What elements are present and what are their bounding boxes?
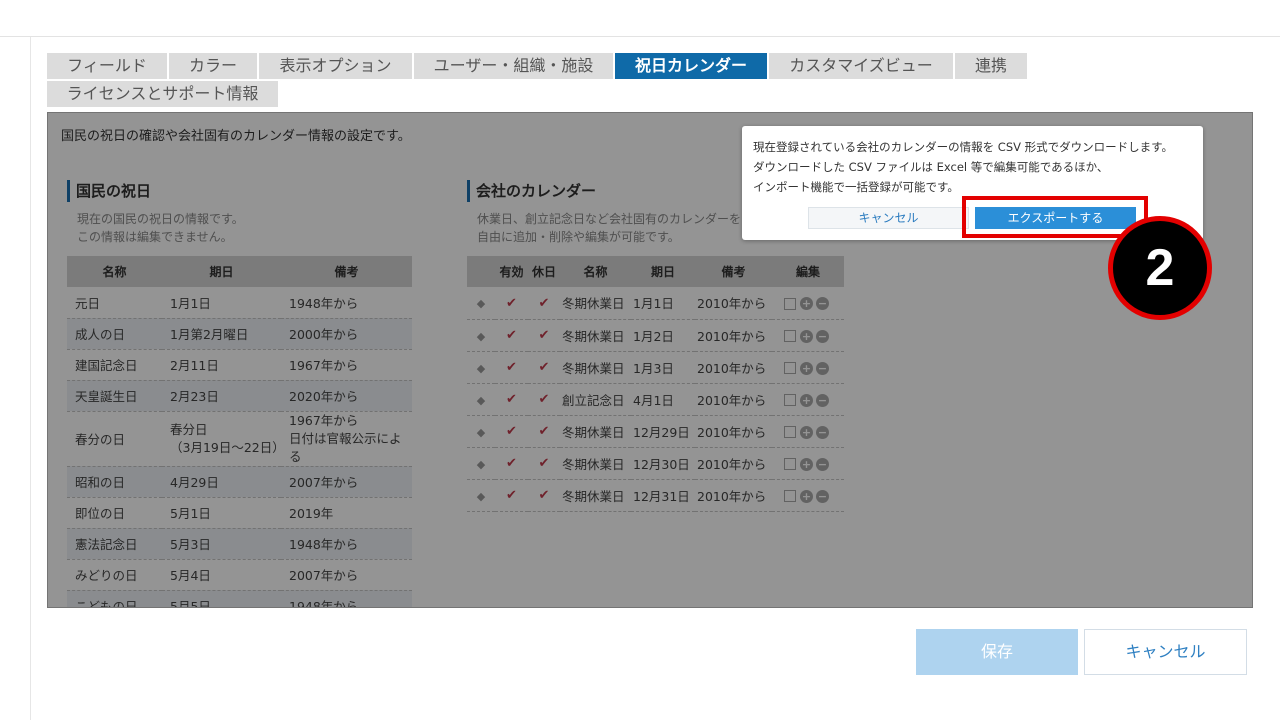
tab-display-options[interactable]: 表示オプション bbox=[259, 53, 412, 79]
dialog-cancel-button[interactable]: キャンセル bbox=[808, 207, 969, 229]
tab-integration[interactable]: 連携 bbox=[955, 53, 1027, 79]
tab-custom-view[interactable]: カスタマイズビュー bbox=[769, 53, 953, 79]
dialog-message: 現在登録されている会社のカレンダーの情報を CSV 形式でダウンロードします。 … bbox=[753, 140, 1174, 194]
tab-color[interactable]: カラー bbox=[169, 53, 257, 79]
tab-field[interactable]: フィールド bbox=[47, 53, 167, 79]
cancel-button[interactable]: キャンセル bbox=[1084, 629, 1247, 675]
export-button-highlight bbox=[962, 196, 1148, 238]
header-divider bbox=[0, 36, 1280, 37]
tab-license-support[interactable]: ライセンスとサポート情報 bbox=[47, 81, 278, 107]
tab-holiday-calendar[interactable]: 祝日カレンダー bbox=[615, 53, 767, 79]
tab-users-orgs[interactable]: ユーザー・組織・施設 bbox=[414, 53, 613, 79]
left-divider bbox=[30, 37, 31, 720]
save-button[interactable]: 保存 bbox=[916, 629, 1078, 675]
step-number-badge: 2 bbox=[1108, 216, 1212, 320]
